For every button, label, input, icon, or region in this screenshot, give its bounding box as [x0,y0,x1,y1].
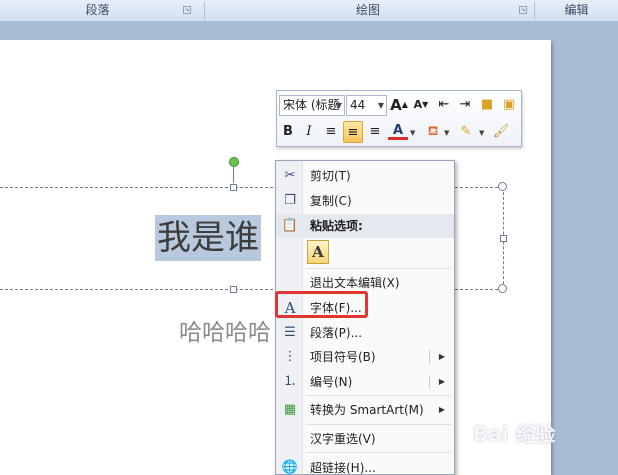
watermark-logo: Bai 经验 [473,422,556,446]
dialog-launcher-icon[interactable]: ↘ [519,6,527,14]
slide-subtitle-text[interactable]: 哈哈哈哈 [179,313,271,347]
grow-font-button[interactable]: A▲ [389,94,409,116]
shrink-font-icon: A [413,98,423,111]
shape-icon: ■ [480,97,494,112]
align-right-button[interactable]: ≡ [365,121,385,143]
decrease-indent-button[interactable]: ⇤ [434,94,454,116]
menu-item-numbering[interactable]: ⒈ 编号(N) ▶ [276,370,454,394]
ribbon-group-paragraph: 段落 ↘ [0,0,195,21]
submenu-arrow-icon[interactable]: ▶ [439,345,445,369]
menu-item-copy-label: 复制(C) [310,194,352,208]
outline-color-button[interactable]: ✎ [456,121,476,143]
smartart-icon: ▦ [283,402,297,417]
menu-item-cut-label: 剪切(T) [310,169,351,183]
chevron-down-icon[interactable]: ▼ [336,96,342,115]
menu-item-convert-smartart-label: 转换为 SmartArt(M) [310,403,424,417]
paragraph-icon: ☰ [284,325,296,340]
increase-indent-icon: ⇥ [459,97,471,112]
hyperlink-icon: 🌐 [281,460,299,475]
dialog-launcher-icon[interactable]: ↘ [183,6,191,14]
resize-handle-right[interactable] [500,235,507,242]
resize-handle-bottom-right[interactable] [498,284,507,293]
bold-button[interactable]: B [278,121,298,143]
resize-handle-bottom[interactable] [230,286,237,293]
menu-separator [306,268,452,269]
grow-font-icon: A [390,96,402,114]
menu-item-paragraph-label: 段落(P)... [310,326,363,340]
align-center-icon: ≡ [347,125,359,140]
bold-icon: B [283,124,293,139]
clipboard-icon: 📋 [281,218,299,233]
split-separator [429,350,430,364]
menu-item-cut[interactable]: ✂ 剪切(T) [276,164,454,188]
annotation-highlight-box [275,291,368,318]
arrange-icon: ▣ [502,97,516,112]
align-left-icon: ≡ [325,124,337,139]
paste-keep-text-only-button[interactable]: A [307,240,329,264]
menu-item-bullets-label: 项目符号(B) [310,350,376,364]
font-name-value: 宋体 (标题 [283,98,340,112]
italic-icon: I [306,124,312,139]
font-size-value: 44 [350,98,366,112]
font-color-button[interactable]: A [388,121,408,140]
bullets-icon: ⋮ [283,349,297,364]
font-color-icon: A [392,123,404,138]
ribbon-group-editing: 编辑 [535,0,618,21]
ribbon-group-drawing: 绘图 ↘ [205,0,531,21]
slide-title-text[interactable]: 我是谁 [155,215,261,261]
arrange-button[interactable]: ▣ [499,94,519,116]
italic-button[interactable]: I [299,121,319,143]
shrink-font-button[interactable]: A▼ [411,94,431,116]
numbering-icon: ⒈ [283,374,297,389]
menu-item-convert-smartart[interactable]: ▦ 转换为 SmartArt(M) ▶ [276,398,454,422]
pencil-icon: ✎ [460,124,472,139]
menu-item-hyperlink[interactable]: 🌐 超链接(H)... [276,456,454,475]
menu-item-bullets[interactable]: ⋮ 项目符号(B) ▶ [276,345,454,369]
font-name-combo[interactable]: 宋体 (标题 ▼ [279,95,345,116]
menu-separator [306,395,452,396]
font-size-combo[interactable]: 44 ▼ [346,95,387,116]
copy-icon: ❐ [284,193,296,208]
chevron-down-icon[interactable]: ▼ [479,129,484,137]
menu-item-paragraph[interactable]: ☰ 段落(P)... [276,321,454,345]
resize-handle-top-right[interactable] [498,182,507,191]
rotate-handle[interactable] [229,157,239,167]
ribbon-group-drawing-label: 绘图 [355,3,380,17]
ribbon-group-editing-label: 编辑 [564,3,589,17]
paint-bucket-icon: ⛾ [427,124,439,139]
mini-toolbar: 宋体 (标题 ▼ 44 ▼ A▲ A▼ ⇤ ⇥ ■ ▣ B I ≡ ≡ ≡ A … [276,90,522,147]
menu-item-reconvert[interactable]: 汉字重选(V) [276,427,454,451]
fill-color-button[interactable]: ⛾ [423,121,443,143]
format-painter-icon: 🖌 [492,124,510,139]
shape-fill-button[interactable]: ■ [477,94,497,116]
menu-item-reconvert-label: 汉字重选(V) [310,432,376,446]
menu-item-hyperlink-label: 超链接(H)... [310,461,376,475]
menu-paste-options-label: 粘贴选项: [310,219,363,233]
scissors-icon: ✂ [284,168,296,183]
chevron-down-icon[interactable]: ▼ [410,129,415,137]
split-separator [429,375,430,389]
align-center-button[interactable]: ≡ [343,121,363,143]
menu-paste-options-header: 📋 粘贴选项: [276,214,454,238]
increase-indent-button[interactable]: ⇥ [455,94,475,116]
chevron-down-icon[interactable]: ▼ [444,129,449,137]
menu-separator [306,424,452,425]
ribbon-group-labels: 段落 ↘ 绘图 ↘ 编辑 [0,0,618,22]
rotate-stem [233,167,234,183]
align-right-icon: ≡ [369,124,381,139]
resize-handle-top[interactable] [230,184,237,191]
align-left-button[interactable]: ≡ [321,121,341,143]
submenu-arrow-icon[interactable]: ▶ [439,398,445,422]
format-painter-button[interactable]: 🖌 [491,121,511,143]
chevron-down-icon[interactable]: ▼ [378,96,384,115]
menu-item-numbering-label: 编号(N) [310,375,353,389]
decrease-indent-icon: ⇤ [438,97,450,112]
submenu-arrow-icon[interactable]: ▶ [439,370,445,394]
menu-item-copy[interactable]: ❐ 复制(C) [276,189,454,213]
menu-separator [306,452,452,453]
ribbon-group-paragraph-label: 段落 [85,3,110,17]
